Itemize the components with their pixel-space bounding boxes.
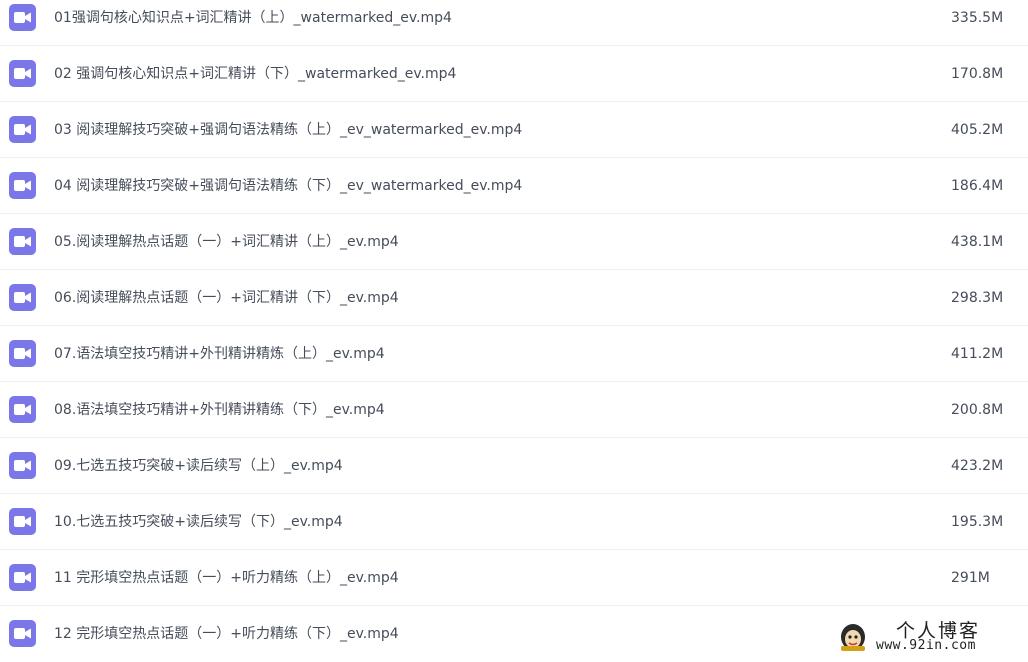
video-file-icon bbox=[9, 452, 36, 479]
file-name[interactable]: 02 强调句核心知识点+词汇精讲（下）_watermarked_ev.mp4 bbox=[54, 46, 456, 102]
file-name[interactable]: 01强调句核心知识点+词汇精讲（上）_watermarked_ev.mp4 bbox=[54, 0, 452, 46]
file-name[interactable]: 04 阅读理解技巧突破+强调句语法精练（下）_ev_watermarked_ev… bbox=[54, 158, 522, 214]
file-row[interactable]: 04 阅读理解技巧突破+强调句语法精练（下）_ev_watermarked_ev… bbox=[0, 158, 1028, 214]
file-row[interactable]: 08.语法填空技巧精讲+外刊精讲精练（下）_ev.mp4 200.8M bbox=[0, 382, 1028, 438]
file-row[interactable]: 10.七选五技巧突破+读后续写（下）_ev.mp4 195.3M bbox=[0, 494, 1028, 550]
mascot-logo-icon bbox=[841, 624, 865, 651]
video-file-icon bbox=[9, 396, 36, 423]
file-name[interactable]: 06.阅读理解热点话题（一）+词汇精讲（下）_ev.mp4 bbox=[54, 270, 399, 326]
video-file-icon bbox=[9, 620, 36, 647]
file-row[interactable]: 09.七选五技巧突破+读后续写（上）_ev.mp4 423.2M bbox=[0, 438, 1028, 494]
file-size: 186.4M bbox=[951, 178, 1004, 194]
video-file-icon bbox=[9, 4, 36, 31]
file-size: 405.2M bbox=[951, 122, 1004, 138]
file-name[interactable]: 03 阅读理解技巧突破+强调句语法精练（上）_ev_watermarked_ev… bbox=[54, 102, 522, 158]
file-row[interactable]: 06.阅读理解热点话题（一）+词汇精讲（下）_ev.mp4 298.3M bbox=[0, 270, 1028, 326]
file-size: 423.2M bbox=[951, 458, 1004, 474]
file-size: 195.3M bbox=[951, 514, 1004, 530]
file-size: 335.5M bbox=[951, 10, 1004, 26]
file-row[interactable]: 07.语法填空技巧精讲+外刊精讲精炼（上）_ev.mp4 411.2M bbox=[0, 326, 1028, 382]
file-name[interactable]: 09.七选五技巧突破+读后续写（上）_ev.mp4 bbox=[54, 438, 343, 494]
file-list: 01强调句核心知识点+词汇精讲（上）_watermarked_ev.mp4 33… bbox=[0, 0, 1028, 662]
file-size: 438.1M bbox=[951, 234, 1004, 250]
file-name[interactable]: 11 完形填空热点话题（一）+听力精练（上）_ev.mp4 bbox=[54, 550, 399, 606]
site-watermark: 个人博客 www.92in.com bbox=[836, 616, 1028, 657]
video-file-icon bbox=[9, 116, 36, 143]
video-file-icon bbox=[9, 228, 36, 255]
file-name[interactable]: 07.语法填空技巧精讲+外刊精讲精炼（上）_ev.mp4 bbox=[54, 326, 385, 382]
file-name[interactable]: 12 完形填空热点话题（一）+听力精练（下）_ev.mp4 bbox=[54, 606, 399, 662]
file-size: 291M bbox=[951, 570, 990, 586]
file-row[interactable]: 05.阅读理解热点话题（一）+词汇精讲（上）_ev.mp4 438.1M bbox=[0, 214, 1028, 270]
file-row[interactable]: 01强调句核心知识点+词汇精讲（上）_watermarked_ev.mp4 33… bbox=[0, 0, 1028, 46]
file-size: 200.8M bbox=[951, 402, 1004, 418]
watermark-url: www.92in.com bbox=[876, 638, 976, 653]
file-row[interactable]: 03 阅读理解技巧突破+强调句语法精练（上）_ev_watermarked_ev… bbox=[0, 102, 1028, 158]
video-file-icon bbox=[9, 60, 36, 87]
video-file-icon bbox=[9, 508, 36, 535]
file-size: 170.8M bbox=[951, 66, 1004, 82]
file-row[interactable]: 11 完形填空热点话题（一）+听力精练（上）_ev.mp4 291M bbox=[0, 550, 1028, 606]
file-size: 411.2M bbox=[951, 346, 1004, 362]
file-name[interactable]: 10.七选五技巧突破+读后续写（下）_ev.mp4 bbox=[54, 494, 343, 550]
file-row[interactable]: 02 强调句核心知识点+词汇精讲（下）_watermarked_ev.mp4 1… bbox=[0, 46, 1028, 102]
video-file-icon bbox=[9, 284, 36, 311]
file-name[interactable]: 05.阅读理解热点话题（一）+词汇精讲（上）_ev.mp4 bbox=[54, 214, 399, 270]
file-size: 298.3M bbox=[951, 290, 1004, 306]
video-file-icon bbox=[9, 172, 36, 199]
video-file-icon bbox=[9, 340, 36, 367]
video-file-icon bbox=[9, 564, 36, 591]
file-name[interactable]: 08.语法填空技巧精讲+外刊精讲精练（下）_ev.mp4 bbox=[54, 382, 385, 438]
